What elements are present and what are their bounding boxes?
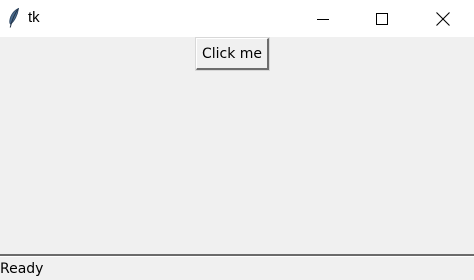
title-bar[interactable]: tk <box>0 0 474 37</box>
close-button[interactable] <box>414 0 472 37</box>
click-me-button[interactable]: Click me <box>195 37 270 71</box>
main-content: Click me <box>0 37 474 254</box>
maximize-icon <box>376 12 388 25</box>
maximize-button[interactable] <box>353 0 411 37</box>
feather-icon <box>6 7 22 29</box>
minimize-icon <box>317 13 329 25</box>
minimize-button[interactable] <box>294 0 352 37</box>
close-icon <box>436 11 450 26</box>
window-title: tk <box>28 9 40 26</box>
status-text: Ready <box>0 261 44 277</box>
status-bar: Ready <box>0 257 474 280</box>
